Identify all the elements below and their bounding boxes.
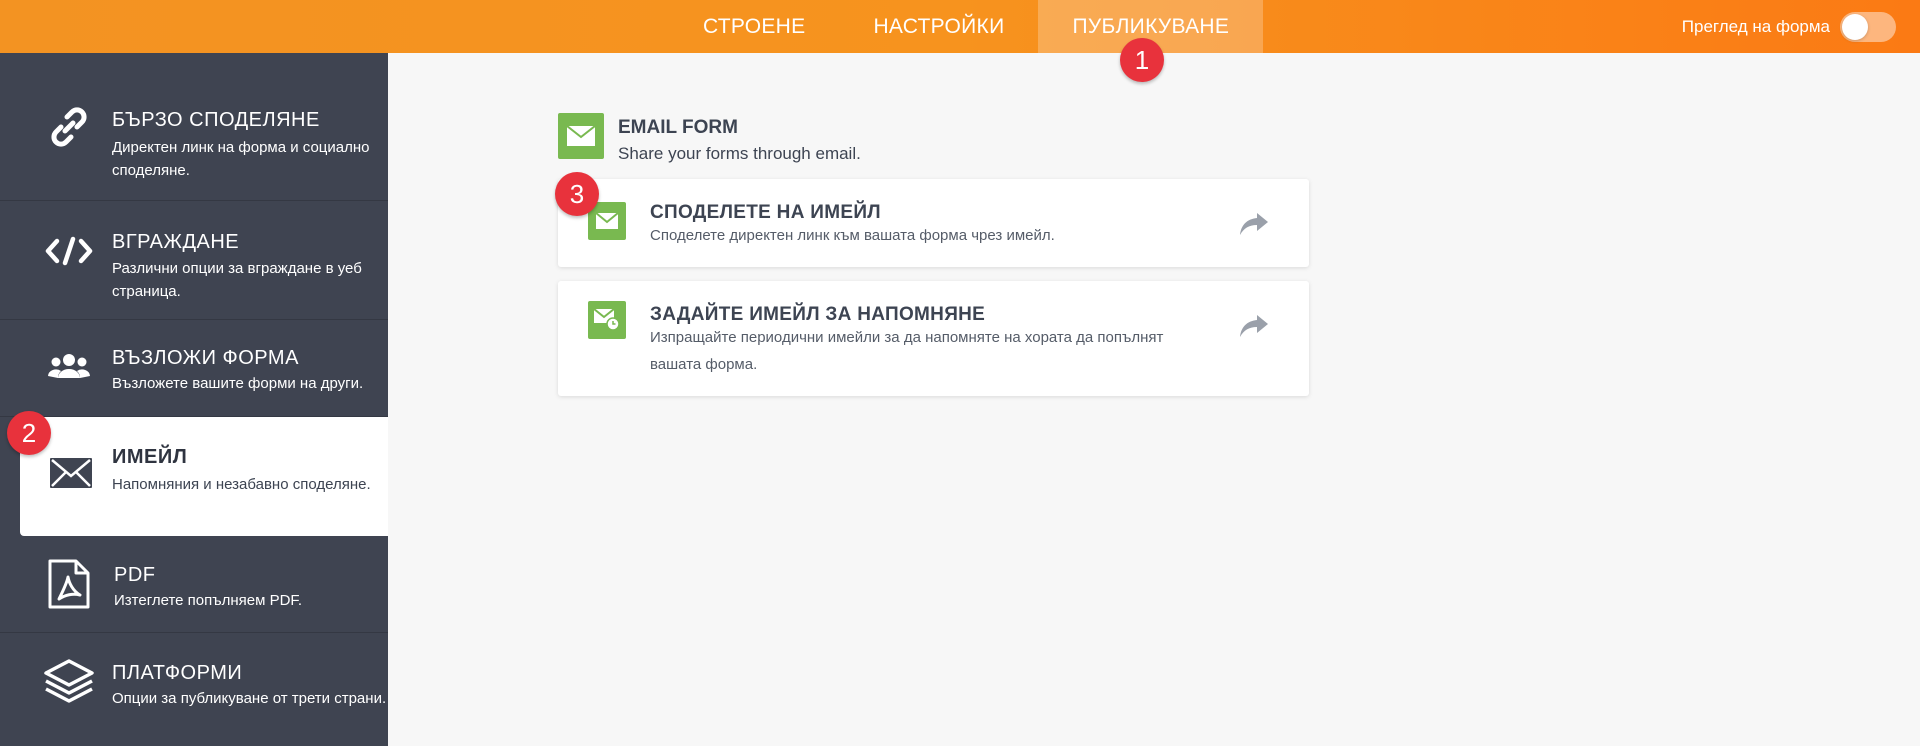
sidebar-item-platforms[interactable]: ПЛАТФОРМИ Опции за публикуване от трети … bbox=[0, 633, 388, 746]
sidebar-item-desc: Напомняния и незабавно споделяне. bbox=[112, 476, 371, 493]
toggle-knob bbox=[1842, 13, 1868, 40]
pdf-icon bbox=[42, 557, 96, 611]
top-bar: СТРОЕНЕ НАСТРОЙКИ ПУБЛИКУВАНЕ Преглед на… bbox=[0, 0, 1920, 53]
users-icon bbox=[42, 340, 96, 394]
card-desc: Изпращайте периодични имейли за да напом… bbox=[650, 329, 1164, 373]
sidebar-item-assign-form[interactable]: ВЪЗЛОЖИ ФОРМА Възложете вашите форми на … bbox=[0, 320, 388, 417]
sidebar-item-title: ВЪЗЛОЖИ ФОРМА bbox=[112, 347, 299, 369]
envelope-icon bbox=[44, 446, 98, 500]
sidebar: БЪРЗО СПОДЕЛЯНЕ Директен линк на форма и… bbox=[0, 53, 388, 746]
share-email-card[interactable]: СПОДЕЛЕТЕ НА ИМЕЙЛ Споделете директен ли… bbox=[558, 179, 1309, 267]
sidebar-item-title: ПЛАТФОРМИ bbox=[112, 662, 243, 684]
section-subtitle: Share your forms through email. bbox=[618, 144, 861, 163]
sidebar-item-title: PDF bbox=[114, 564, 156, 586]
card-title: ЗАДАЙТЕ ИМЕЙЛ ЗА НАПОМНЯНЕ bbox=[650, 304, 986, 325]
form-preview: Преглед на форма bbox=[1682, 0, 1896, 53]
sidebar-item-pdf[interactable]: PDF Изтеглете попълняем PDF. bbox=[0, 536, 388, 633]
tab-settings[interactable]: НАСТРОЙКИ bbox=[839, 0, 1038, 53]
link-icon bbox=[42, 100, 96, 154]
share-arrow-icon bbox=[1237, 313, 1271, 339]
step-badge-1: 1 bbox=[1120, 38, 1164, 82]
mail-clock-icon bbox=[588, 301, 626, 339]
main-tabs: СТРОЕНЕ НАСТРОЙКИ ПУБЛИКУВАНЕ bbox=[669, 0, 1264, 53]
card-title: СПОДЕЛЕТЕ НА ИМЕЙЛ bbox=[650, 202, 881, 223]
sidebar-item-quick-share[interactable]: БЪРЗО СПОДЕЛЯНЕ Директен линк на форма и… bbox=[0, 53, 388, 201]
form-preview-label: Преглед на форма bbox=[1681, 16, 1830, 36]
sidebar-item-email[interactable]: ИМЕЙЛ Напомняния и незабавно споделяне. bbox=[20, 417, 388, 536]
sidebar-item-title: ВГРАЖДАНЕ bbox=[112, 231, 240, 253]
sidebar-item-desc: Опции за публикуване от трети страни. bbox=[112, 690, 387, 707]
form-preview-toggle[interactable] bbox=[1840, 11, 1896, 42]
sidebar-item-desc: Възложете вашите форми на други. bbox=[112, 375, 364, 392]
section-title: EMAIL FORM bbox=[618, 117, 738, 138]
code-icon bbox=[42, 224, 96, 278]
card-desc: Споделете директен линк към вашата форма… bbox=[650, 227, 1055, 244]
mail-icon bbox=[558, 113, 604, 159]
step-badge-3: 3 bbox=[555, 172, 599, 216]
sidebar-item-desc: Различни опции за вграждане в уеб страни… bbox=[112, 260, 362, 300]
sidebar-item-embed[interactable]: ВГРАЖДАНЕ Различни опции за вграждане в … bbox=[0, 201, 388, 320]
step-badge-2: 2 bbox=[7, 411, 51, 455]
sidebar-item-title: ИМЕЙЛ bbox=[112, 446, 188, 468]
reminder-email-card[interactable]: ЗАДАЙТЕ ИМЕЙЛ ЗА НАПОМНЯНЕ Изпращайте пе… bbox=[558, 281, 1309, 396]
sidebar-item-desc: Изтеглете попълняем PDF. bbox=[114, 592, 303, 609]
tab-build[interactable]: СТРОЕНЕ bbox=[669, 0, 839, 53]
layers-icon bbox=[42, 655, 96, 709]
sidebar-item-desc: Директен линк на форма и социално сподел… bbox=[112, 139, 370, 179]
share-arrow-icon bbox=[1237, 211, 1271, 237]
sidebar-item-title: БЪРЗО СПОДЕЛЯНЕ bbox=[112, 109, 320, 131]
